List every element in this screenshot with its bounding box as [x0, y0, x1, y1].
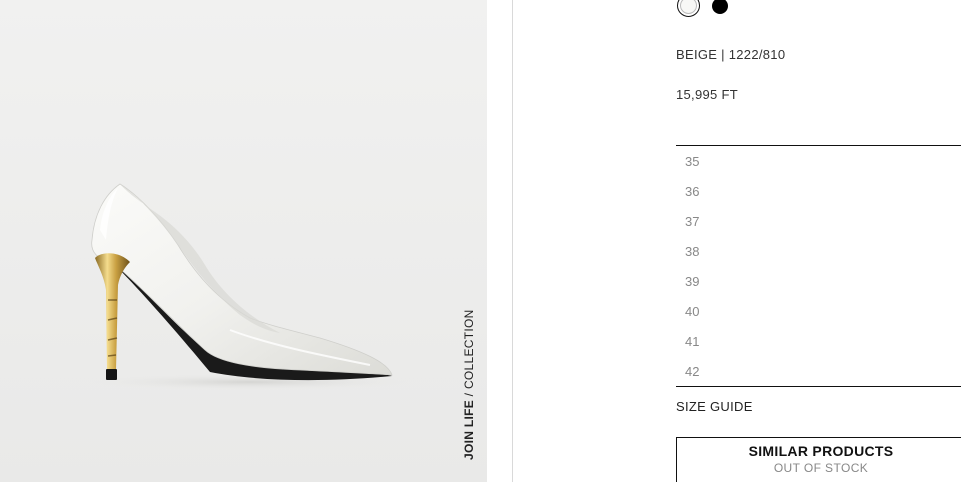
color-swatch-white-fill — [680, 0, 697, 14]
size-guide-link[interactable]: SIZE GUIDE — [676, 399, 753, 414]
product-image-gallery[interactable]: JOIN LIFE / COLLECTION — [0, 0, 487, 482]
join-life-label: JOIN LIFE — [462, 399, 476, 460]
size-option-41[interactable]: 41 — [676, 327, 961, 357]
color-swatch-black[interactable] — [712, 0, 728, 14]
size-option-35[interactable]: 35 — [676, 147, 961, 177]
size-option-36[interactable]: 36 — [676, 177, 961, 207]
similar-products-title: SIMILAR PRODUCTS — [748, 443, 894, 459]
color-reference: BEIGE | 1222/810 — [676, 47, 786, 62]
out-of-stock-label: OUT OF STOCK — [773, 461, 869, 475]
similar-products-button[interactable]: SIMILAR PRODUCTS OUT OF STOCK — [676, 437, 961, 482]
size-option-38[interactable]: 38 — [676, 237, 961, 267]
collection-vertical-label: JOIN LIFE / COLLECTION — [462, 309, 476, 460]
product-price: 15,995 FT — [676, 87, 738, 102]
gallery-divider — [512, 0, 513, 482]
size-option-42[interactable]: 42 — [676, 357, 961, 387]
size-option-37[interactable]: 37 — [676, 207, 961, 237]
collection-label: / COLLECTION — [462, 309, 476, 400]
size-option-39[interactable]: 39 — [676, 267, 961, 297]
color-swatches — [677, 0, 728, 17]
product-image-white-pump[interactable] — [0, 0, 487, 482]
size-selector: 35 36 37 38 39 40 41 42 — [676, 145, 961, 387]
color-swatch-white[interactable] — [677, 0, 700, 17]
size-option-40[interactable]: 40 — [676, 297, 961, 327]
